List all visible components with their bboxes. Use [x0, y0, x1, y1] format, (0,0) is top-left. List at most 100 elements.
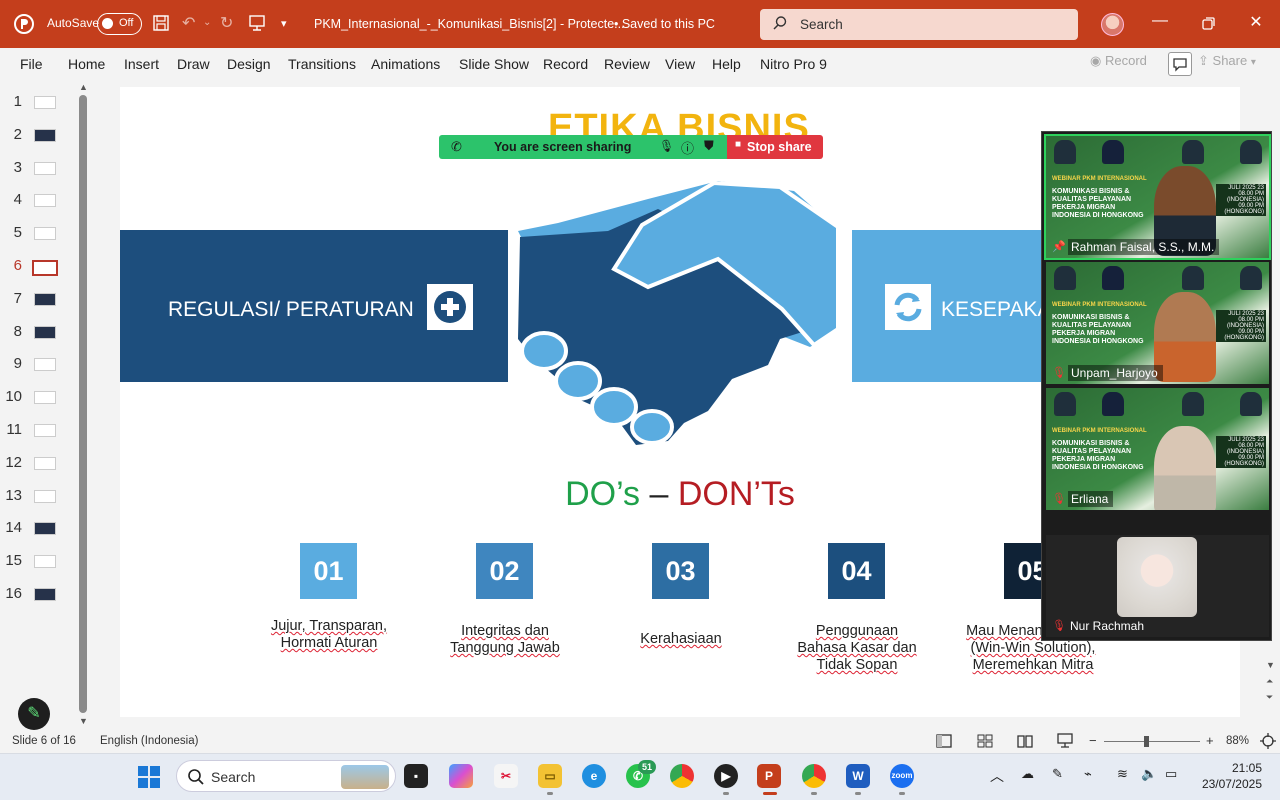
- slide-thumbnail[interactable]: [34, 227, 56, 241]
- bluetooth-icon[interactable]: ⌁: [1084, 766, 1092, 782]
- redo-icon[interactable]: ↻: [220, 13, 233, 33]
- fit-to-window-icon[interactable]: [1260, 733, 1276, 749]
- tab-review[interactable]: Review: [604, 56, 650, 72]
- zoom-out-icon[interactable]: −: [1089, 733, 1097, 748]
- next-slide-icon[interactable]: ⏷: [1266, 692, 1273, 703]
- windows-start-icon[interactable]: [137, 765, 161, 789]
- slide-thumbnail[interactable]: [34, 96, 56, 109]
- zoom-slider-handle[interactable]: [1144, 736, 1149, 747]
- poster-title: KOMUNIKASI BISNIS & KUALITAS PELAYANAN P…: [1052, 188, 1144, 219]
- slide-thumbnail[interactable]: [34, 424, 56, 437]
- slide-thumbnail[interactable]: [34, 522, 56, 536]
- pen-edit-button[interactable]: ✎: [18, 698, 50, 730]
- slide-thumbnail[interactable]: [34, 489, 56, 503]
- poster-title: KOMUNIKASI BISNIS & KUALITAS PELAYANAN P…: [1052, 440, 1144, 471]
- defender-icon[interactable]: ☁: [1021, 766, 1034, 782]
- autosave-toggle[interactable]: Off: [97, 13, 142, 35]
- slide-thumbnail[interactable]: [34, 555, 56, 569]
- powerpoint-icon[interactable]: P: [757, 764, 781, 788]
- participant-tile[interactable]: WEBINAR PKM INTERNASIONAL KOMUNIKASI BISN…: [1044, 134, 1271, 260]
- shield-icon[interactable]: ⛊: [704, 138, 714, 154]
- participant-tile[interactable]: 🎙 Nur Rachmah: [1046, 535, 1269, 637]
- account-avatar[interactable]: [1101, 13, 1124, 36]
- slide-scroll-down-icon[interactable]: ▼: [1266, 660, 1275, 670]
- edge-icon[interactable]: e: [582, 764, 606, 788]
- search-icon: [188, 769, 204, 785]
- participant-tile[interactable]: WEBINAR PKM INTERNASIONAL KOMUNIKASI BISN…: [1046, 262, 1269, 384]
- tab-draw[interactable]: Draw: [177, 56, 210, 72]
- slide-thumbnail[interactable]: [34, 391, 56, 405]
- search-box[interactable]: Search: [760, 9, 1078, 40]
- scroll-up-icon[interactable]: ▲: [79, 82, 88, 92]
- zoom-in-icon[interactable]: +: [1206, 733, 1214, 748]
- mic-muted-icon[interactable]: 🎙: [659, 139, 674, 153]
- tab-slide-show[interactable]: Slide Show: [459, 56, 529, 72]
- reading-view-icon[interactable]: [1017, 734, 1033, 748]
- zoom-slider[interactable]: [1104, 741, 1200, 742]
- slide-thumbnail[interactable]: [34, 194, 56, 208]
- item-number-box: 01: [300, 543, 357, 599]
- tab-view[interactable]: View: [665, 56, 695, 72]
- prev-slide-icon[interactable]: ⏶: [1266, 676, 1273, 687]
- normal-view-icon[interactable]: [936, 734, 952, 748]
- participant-tile[interactable]: WEBINAR PKM INTERNASIONAL KOMUNIKASI BISN…: [1046, 388, 1269, 510]
- snipping-tool-icon[interactable]: ✂: [494, 764, 518, 788]
- dos-label: DO’s: [565, 475, 641, 513]
- screen-share-bar[interactable]: ✆ You are screen sharing 🎙 ⓘ ⛊ ■ Stop sh…: [439, 135, 823, 159]
- zoom-level[interactable]: 88%: [1226, 735, 1249, 747]
- comments-button[interactable]: [1168, 52, 1192, 76]
- save-status[interactable]: • Saved to this PC: [614, 17, 715, 31]
- slide-thumbnail[interactable]: [34, 128, 56, 142]
- task-view-icon[interactable]: ▪: [404, 764, 428, 788]
- undo-dropdown-icon[interactable]: ⌄: [203, 17, 211, 28]
- record-button[interactable]: ◉ Record: [1090, 53, 1160, 75]
- slide-count: Slide 6 of 16: [12, 735, 76, 747]
- tray-overflow-icon[interactable]: ︿: [990, 766, 1004, 786]
- minimize-icon[interactable]: —: [1137, 12, 1183, 30]
- slide-thumbnail[interactable]: [34, 358, 56, 372]
- save-icon[interactable]: [152, 14, 170, 32]
- language-status[interactable]: English (Indonesia): [100, 735, 198, 747]
- undo-icon[interactable]: ↶: [182, 13, 195, 33]
- thumbnail-number: 10: [5, 388, 22, 406]
- tab-nitro-pro[interactable]: Nitro Pro 9: [760, 56, 827, 72]
- close-icon[interactable]: ✕: [1233, 12, 1279, 32]
- pen-menu-icon[interactable]: ✎: [1052, 766, 1063, 782]
- taskbar-search[interactable]: Search: [176, 760, 396, 792]
- present-icon[interactable]: [248, 14, 266, 32]
- file-explorer-icon[interactable]: ▭: [538, 764, 562, 788]
- system-clock[interactable]: 21:05 23/07/2025: [1198, 760, 1262, 792]
- poster-tag: WEBINAR PKM INTERNASIONAL: [1052, 176, 1147, 182]
- copilot-icon[interactable]: [449, 764, 473, 788]
- slide-thumbnail[interactable]: [32, 260, 58, 276]
- restore-icon[interactable]: [1202, 17, 1215, 30]
- tab-help[interactable]: Help: [712, 56, 741, 72]
- slide-thumbnail[interactable]: [34, 456, 56, 470]
- volume-icon[interactable]: 🔈: [1141, 766, 1157, 782]
- slide-sorter-icon[interactable]: [977, 734, 993, 748]
- slide-thumbnail[interactable]: [34, 292, 56, 306]
- tab-record[interactable]: Record: [543, 56, 588, 72]
- info-icon[interactable]: ⓘ: [681, 138, 694, 157]
- thumbnail-scrollbar[interactable]: [79, 95, 87, 713]
- chrome-icon[interactable]: [670, 764, 694, 788]
- scroll-down-icon[interactable]: ▼: [79, 716, 88, 726]
- share-button[interactable]: ⇪ Share ▾: [1198, 53, 1268, 75]
- tab-file[interactable]: File: [20, 56, 43, 72]
- tab-animations[interactable]: Animations: [371, 56, 440, 72]
- tab-design[interactable]: Design: [227, 56, 271, 72]
- tab-insert[interactable]: Insert: [124, 56, 159, 72]
- word-icon[interactable]: W: [846, 764, 870, 788]
- slide-thumbnail[interactable]: [34, 588, 56, 601]
- slide-thumbnail[interactable]: [34, 161, 56, 175]
- media-player-icon[interactable]: ▶: [714, 764, 738, 788]
- tab-home[interactable]: Home: [68, 56, 105, 72]
- chrome-profile-icon[interactable]: [802, 764, 826, 788]
- slide-thumbnail[interactable]: [34, 325, 56, 339]
- slideshow-view-icon[interactable]: [1057, 733, 1073, 748]
- customize-toolbar-icon[interactable]: ▾: [281, 17, 287, 30]
- tab-transitions[interactable]: Transitions: [288, 56, 356, 72]
- battery-icon[interactable]: ▭: [1165, 766, 1177, 782]
- zoom-app-icon[interactable]: zoom: [890, 764, 914, 788]
- wifi-icon[interactable]: ≋: [1117, 766, 1128, 782]
